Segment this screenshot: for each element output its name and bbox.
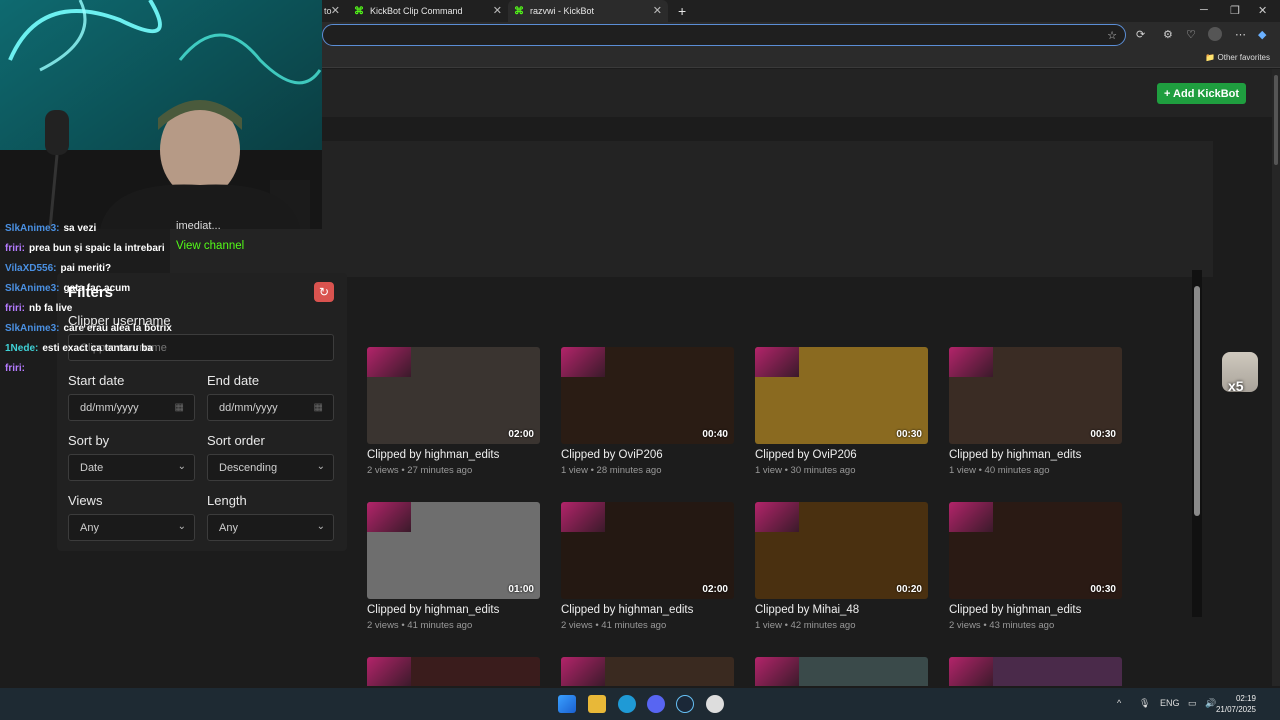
clip-duration: 00:20 xyxy=(896,584,922,595)
clip-webcam-inset xyxy=(367,657,411,686)
screen: to ✕ ⌘ KickBot Clip Command ✕ ⌘ razvwi -… xyxy=(0,0,1280,720)
clip-meta: 2 views • 41 minutes ago xyxy=(561,620,667,631)
chat-username[interactable]: friri: xyxy=(5,243,25,254)
chat-text: care erau alea la botrix xyxy=(63,323,172,334)
clip-webcam-inset xyxy=(561,502,605,532)
clip-title[interactable]: Clipped by highman_edits xyxy=(949,604,1081,616)
clip-webcam-inset xyxy=(755,347,799,377)
clip-duration: 00:30 xyxy=(896,429,922,440)
clip-webcam-inset xyxy=(949,502,993,532)
chat-username[interactable]: SlkAnime3: xyxy=(5,323,59,334)
chat-username[interactable]: SlkAnime3: xyxy=(5,223,59,234)
chat-username[interactable]: 1Nede: xyxy=(5,343,38,354)
clip-thumbnail[interactable] xyxy=(561,657,734,686)
chat-username[interactable]: friri: xyxy=(5,363,25,374)
start-icon[interactable] xyxy=(558,695,576,713)
clip-meta: 1 view • 42 minutes ago xyxy=(755,620,856,631)
edge-icon[interactable] xyxy=(618,695,636,713)
chat-text: prea bun și spaic la intrebari xyxy=(29,243,165,254)
chat-username[interactable]: SlkAnime3: xyxy=(5,283,59,294)
clip-webcam-inset xyxy=(367,347,411,377)
network-icon[interactable]: ▭ xyxy=(1188,698,1197,709)
chat-text: nb fa live xyxy=(29,303,73,314)
clip-thumbnail[interactable]: 00:30 xyxy=(755,347,928,444)
clip-webcam-inset xyxy=(561,347,605,377)
clip-meta: 1 view • 30 minutes ago xyxy=(755,465,856,476)
clip-duration: 01:00 xyxy=(508,584,534,595)
clip-meta: 2 views • 43 minutes ago xyxy=(949,620,1055,631)
clip-thumbnail[interactable] xyxy=(367,657,540,686)
clip-meta: 1 view • 28 minutes ago xyxy=(561,465,662,476)
chat-message: VilaXD556: pai meriti? xyxy=(5,263,111,274)
clip-duration: 00:30 xyxy=(1090,429,1116,440)
chat-message: SlkAnime3: care erau alea la botrix xyxy=(5,323,172,334)
clip-thumbnail[interactable]: 02:00 xyxy=(367,347,540,444)
clock[interactable]: 02:19 21/07/2025 xyxy=(1216,693,1256,715)
chat-text: esti exact ca tantaru ba xyxy=(42,343,153,354)
clips-scrollbar-thumb[interactable] xyxy=(1194,286,1200,516)
webcam-overlay xyxy=(0,0,322,229)
clip-meta: 2 views • 27 minutes ago xyxy=(367,465,473,476)
clip-thumbnail[interactable]: 00:30 xyxy=(949,347,1122,444)
steam-icon[interactable] xyxy=(676,695,694,713)
clip-title[interactable]: Clipped by highman_edits xyxy=(367,604,499,616)
chat-message: SlkAnime3: gata fac acum xyxy=(5,283,130,294)
clip-thumbnail[interactable]: 00:40 xyxy=(561,347,734,444)
language-indicator[interactable]: ENG xyxy=(1160,698,1180,708)
file-explorer-icon[interactable] xyxy=(588,695,606,713)
chat-message: 1Nede: esti exact ca tantaru ba xyxy=(5,343,153,354)
clock-time: 02:19 xyxy=(1235,694,1256,703)
clip-title[interactable]: Clipped by highman_edits xyxy=(561,604,693,616)
clip-title[interactable]: Clipped by OviP206 xyxy=(755,449,857,461)
clip-title[interactable]: Clipped by Mihai_48 xyxy=(755,604,859,616)
chat-message: friri: xyxy=(5,363,29,374)
clip-duration: 00:40 xyxy=(702,429,728,440)
clip-webcam-inset xyxy=(949,657,993,686)
chat-username[interactable]: friri: xyxy=(5,303,25,314)
clip-webcam-inset xyxy=(367,502,411,532)
chevron-up-icon[interactable]: ^ xyxy=(1117,698,1121,708)
chat-overlay: SlkAnime3: sa vezi friri: prea bun și spaic… xyxy=(0,223,330,379)
taskbar: ^ 🎙 ENG ▭ 🔊 02:19 21/07/2025 xyxy=(0,688,1280,720)
clip-duration: 00:30 xyxy=(1090,584,1116,595)
discord-icon[interactable] xyxy=(647,695,665,713)
clip-title[interactable]: Clipped by highman_edits xyxy=(367,449,499,461)
clip-thumbnail[interactable] xyxy=(755,657,928,686)
clip-thumbnail[interactable]: 00:30 xyxy=(949,502,1122,599)
clip-meta: 2 views • 41 minutes ago xyxy=(367,620,473,631)
chat-message: SlkAnime3: sa vezi xyxy=(5,223,96,234)
microphone-icon[interactable]: 🎙 xyxy=(1139,698,1150,709)
obs-icon[interactable] xyxy=(706,695,724,713)
clip-thumbnail[interactable]: 01:00 xyxy=(367,502,540,599)
chat-message: friri: nb fa live xyxy=(5,303,72,314)
volume-icon[interactable]: 🔊 xyxy=(1205,698,1216,709)
clip-thumbnail[interactable]: 00:20 xyxy=(755,502,928,599)
sticker-badge: x5 xyxy=(1228,378,1244,394)
clip-thumbnail[interactable] xyxy=(949,657,1122,686)
clip-webcam-inset xyxy=(755,502,799,532)
clip-duration: 02:00 xyxy=(508,429,534,440)
chat-username[interactable]: VilaXD556: xyxy=(5,263,57,274)
clip-title[interactable]: Clipped by highman_edits xyxy=(949,449,1081,461)
clip-title[interactable]: Clipped by OviP206 xyxy=(561,449,663,461)
clip-duration: 02:00 xyxy=(702,584,728,595)
chat-text: pai meriti? xyxy=(60,263,112,274)
clock-date: 21/07/2025 xyxy=(1215,705,1256,714)
clip-webcam-inset xyxy=(755,657,799,686)
clip-meta: 1 view • 40 minutes ago xyxy=(949,465,1050,476)
clip-thumbnail[interactable]: 02:00 xyxy=(561,502,734,599)
clip-webcam-inset xyxy=(561,657,605,686)
chat-text: sa vezi xyxy=(63,223,97,234)
chat-message: friri: prea bun și spaic la intrebari xyxy=(5,243,165,254)
clip-webcam-inset xyxy=(949,347,993,377)
chat-text: gata fac acum xyxy=(63,283,131,294)
webcam-image xyxy=(0,0,322,229)
